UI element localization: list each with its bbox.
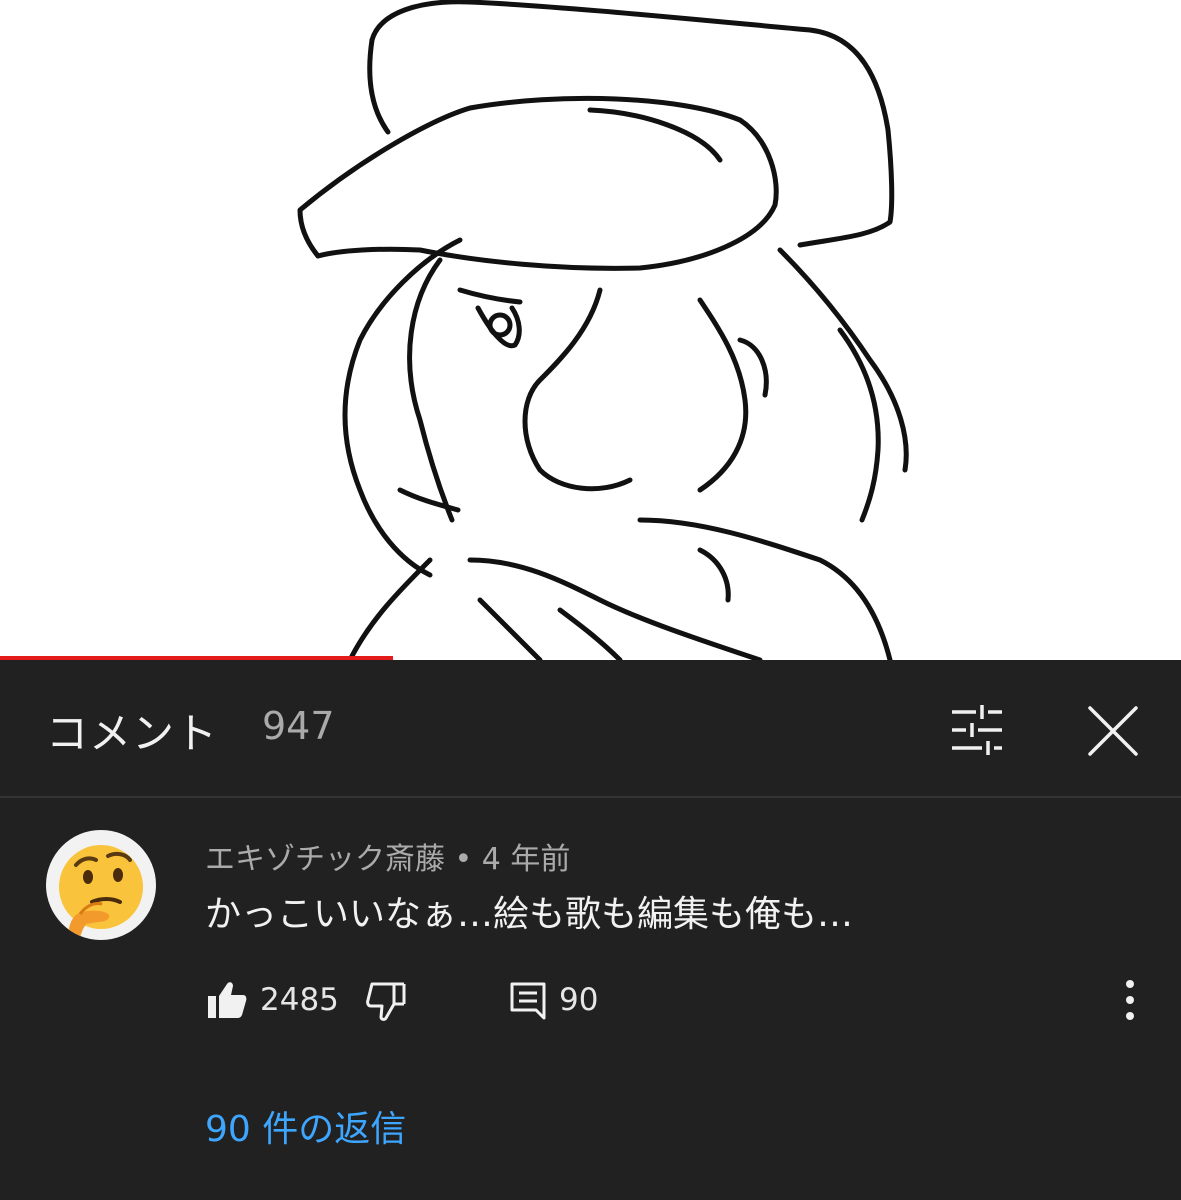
comment-item: エキゾチック斎藤 • 4 年前 かっこいいなぁ…絵も歌も編集も俺も… 2485: [0, 800, 1181, 1200]
thumbs-up-icon: [208, 982, 247, 1018]
thumbs-down-icon: [366, 982, 406, 1021]
comment-meta: エキゾチック斎藤 • 4 年前: [205, 834, 570, 878]
like-count: 2485: [260, 982, 339, 1018]
comment-author[interactable]: エキゾチック斎藤: [205, 842, 445, 877]
reply-count: 90: [559, 982, 599, 1018]
video-frame-illustration: [297, 0, 909, 660]
comments-title: コメント: [46, 709, 219, 758]
meta-separator: •: [445, 842, 482, 877]
tune-icon[interactable]: [948, 702, 1006, 758]
video-player[interactable]: [0, 0, 1181, 660]
reply-button[interactable]: [508, 980, 548, 1020]
view-replies-link[interactable]: 90 件の返信: [205, 1100, 406, 1152]
reply-icon: [510, 982, 546, 1020]
comments-panel: コメント 947 エキゾチック斎藤 • 4 年前 かっこいいなぁ…絵も歌も編集も…: [0, 660, 1181, 1200]
close-icon[interactable]: [1086, 704, 1140, 758]
comments-header: コメント 947: [0, 660, 1181, 798]
more-options-icon[interactable]: [1112, 976, 1148, 1024]
thinking-face-icon: [59, 845, 143, 940]
comment-text: かっこいいなぁ…絵も歌も編集も俺も…: [205, 894, 854, 935]
avatar[interactable]: [46, 830, 156, 940]
comment-age: 4 年前: [481, 842, 571, 877]
dislike-button[interactable]: [364, 980, 408, 1024]
comments-count: 947: [262, 704, 335, 748]
like-button[interactable]: [205, 978, 249, 1022]
